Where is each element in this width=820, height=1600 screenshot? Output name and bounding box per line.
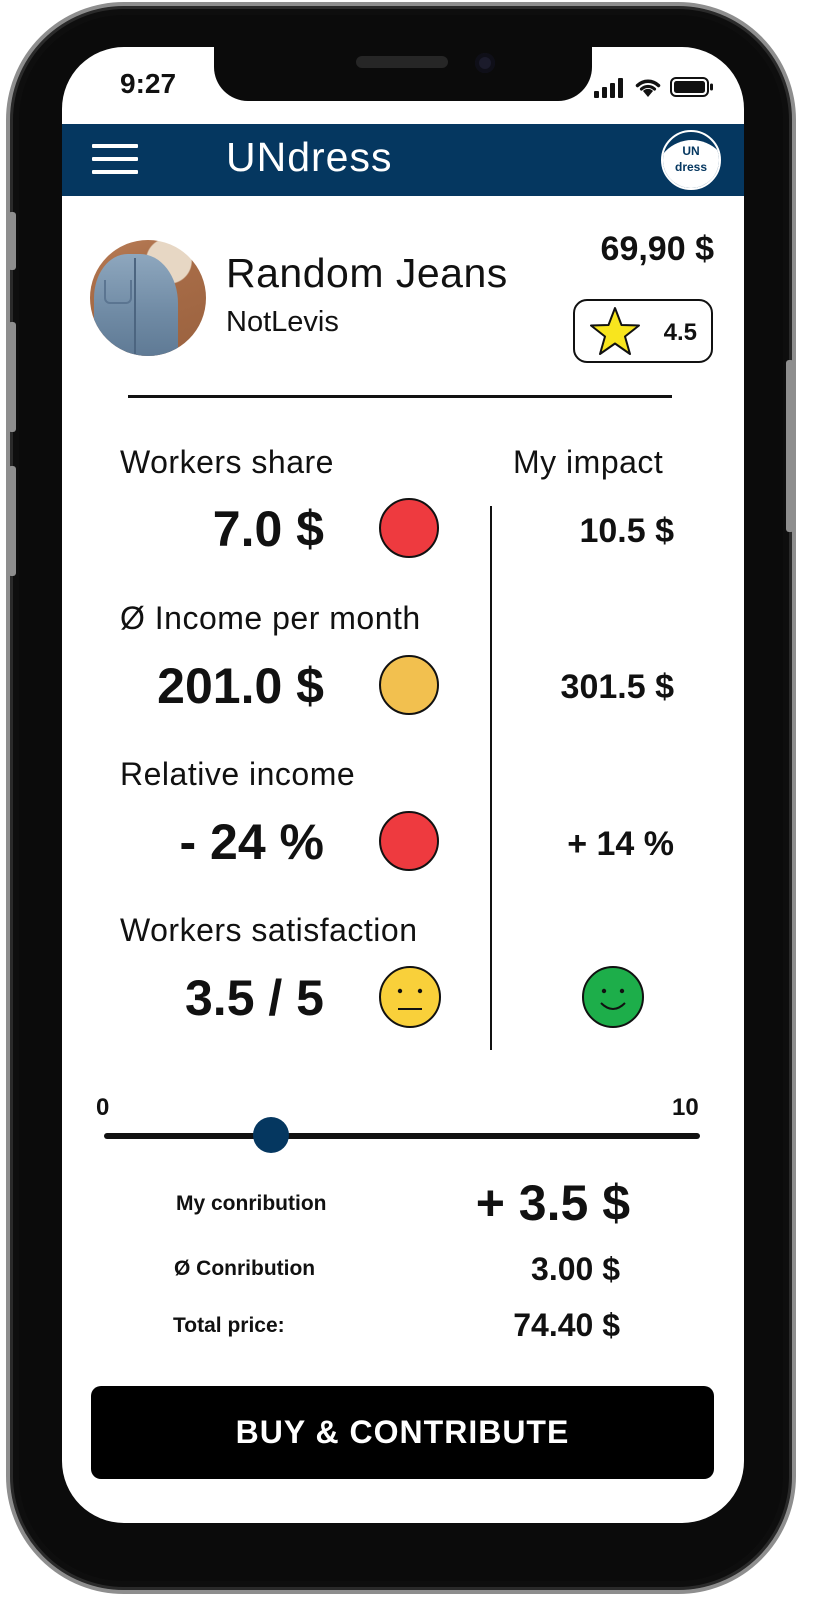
product-image (90, 240, 206, 356)
avg-contribution-value: 3.00 $ (531, 1251, 620, 1287)
section-divider (128, 395, 672, 398)
smiling-face-icon (582, 966, 644, 1028)
my-contribution-label: My conribution (176, 1192, 327, 1215)
app-header (62, 124, 744, 196)
volume-down-button (8, 466, 16, 576)
slider-min-label: 0 (96, 1094, 110, 1121)
workers-satisfaction-value: 3.5 / 5 (185, 970, 324, 1026)
relative-income-status-dot (379, 811, 439, 871)
workers-share-status-dot (379, 498, 439, 558)
workers-share-label: Workers share (120, 444, 334, 480)
income-per-month-value: 201.0 $ (157, 658, 324, 714)
relative-income-value: - 24 % (179, 814, 324, 870)
income-impact: 301.5 $ (560, 668, 674, 706)
my-impact-header: My impact (513, 444, 664, 480)
app-logo[interactable]: UN dress (661, 130, 721, 190)
volume-up-button (8, 322, 16, 432)
signal-icon (594, 78, 623, 98)
power-button (786, 360, 794, 532)
relative-income-label: Relative income (120, 756, 356, 792)
app-title: UNdress (226, 134, 393, 180)
neutral-face-icon (379, 966, 441, 1028)
star-icon (590, 307, 640, 355)
contribution-slider-track[interactable] (104, 1133, 700, 1139)
income-status-dot (379, 655, 439, 715)
workers-share-impact: 10.5 $ (579, 512, 674, 550)
status-time: 9:27 (120, 68, 177, 99)
product-name: Random Jeans (226, 250, 508, 296)
rating-badge[interactable]: 4.5 (573, 299, 713, 363)
column-divider (490, 506, 492, 1050)
buy-and-contribute-button[interactable]: BUY & CONTRIBUTE (91, 1386, 714, 1479)
status-icons (594, 76, 714, 98)
my-contribution-value: + 3.5 $ (475, 1175, 630, 1231)
wifi-icon (635, 79, 661, 97)
workers-satisfaction-label: Workers satisfaction (120, 912, 418, 948)
front-camera (475, 53, 495, 73)
contribution-slider-thumb[interactable] (252, 1117, 289, 1153)
total-price-label: Total price: (173, 1314, 285, 1337)
workers-share-value: 7.0 $ (212, 501, 324, 557)
avg-contribution-label: Ø Conribution (174, 1257, 316, 1280)
brand-name: NotLevis (226, 306, 339, 338)
menu-icon[interactable] (92, 144, 138, 174)
product-price: 69,90 $ (600, 230, 714, 268)
relative-income-impact: + 14 % (567, 825, 674, 863)
earpiece-speaker (356, 56, 448, 68)
slider-max-label: 10 (672, 1094, 699, 1121)
mute-switch (8, 212, 16, 270)
rating-value: 4.5 (663, 319, 697, 346)
income-per-month-label: Ø Income per month (120, 600, 421, 636)
battery-icon (670, 77, 713, 97)
total-price-value: 74.40 $ (513, 1307, 620, 1343)
